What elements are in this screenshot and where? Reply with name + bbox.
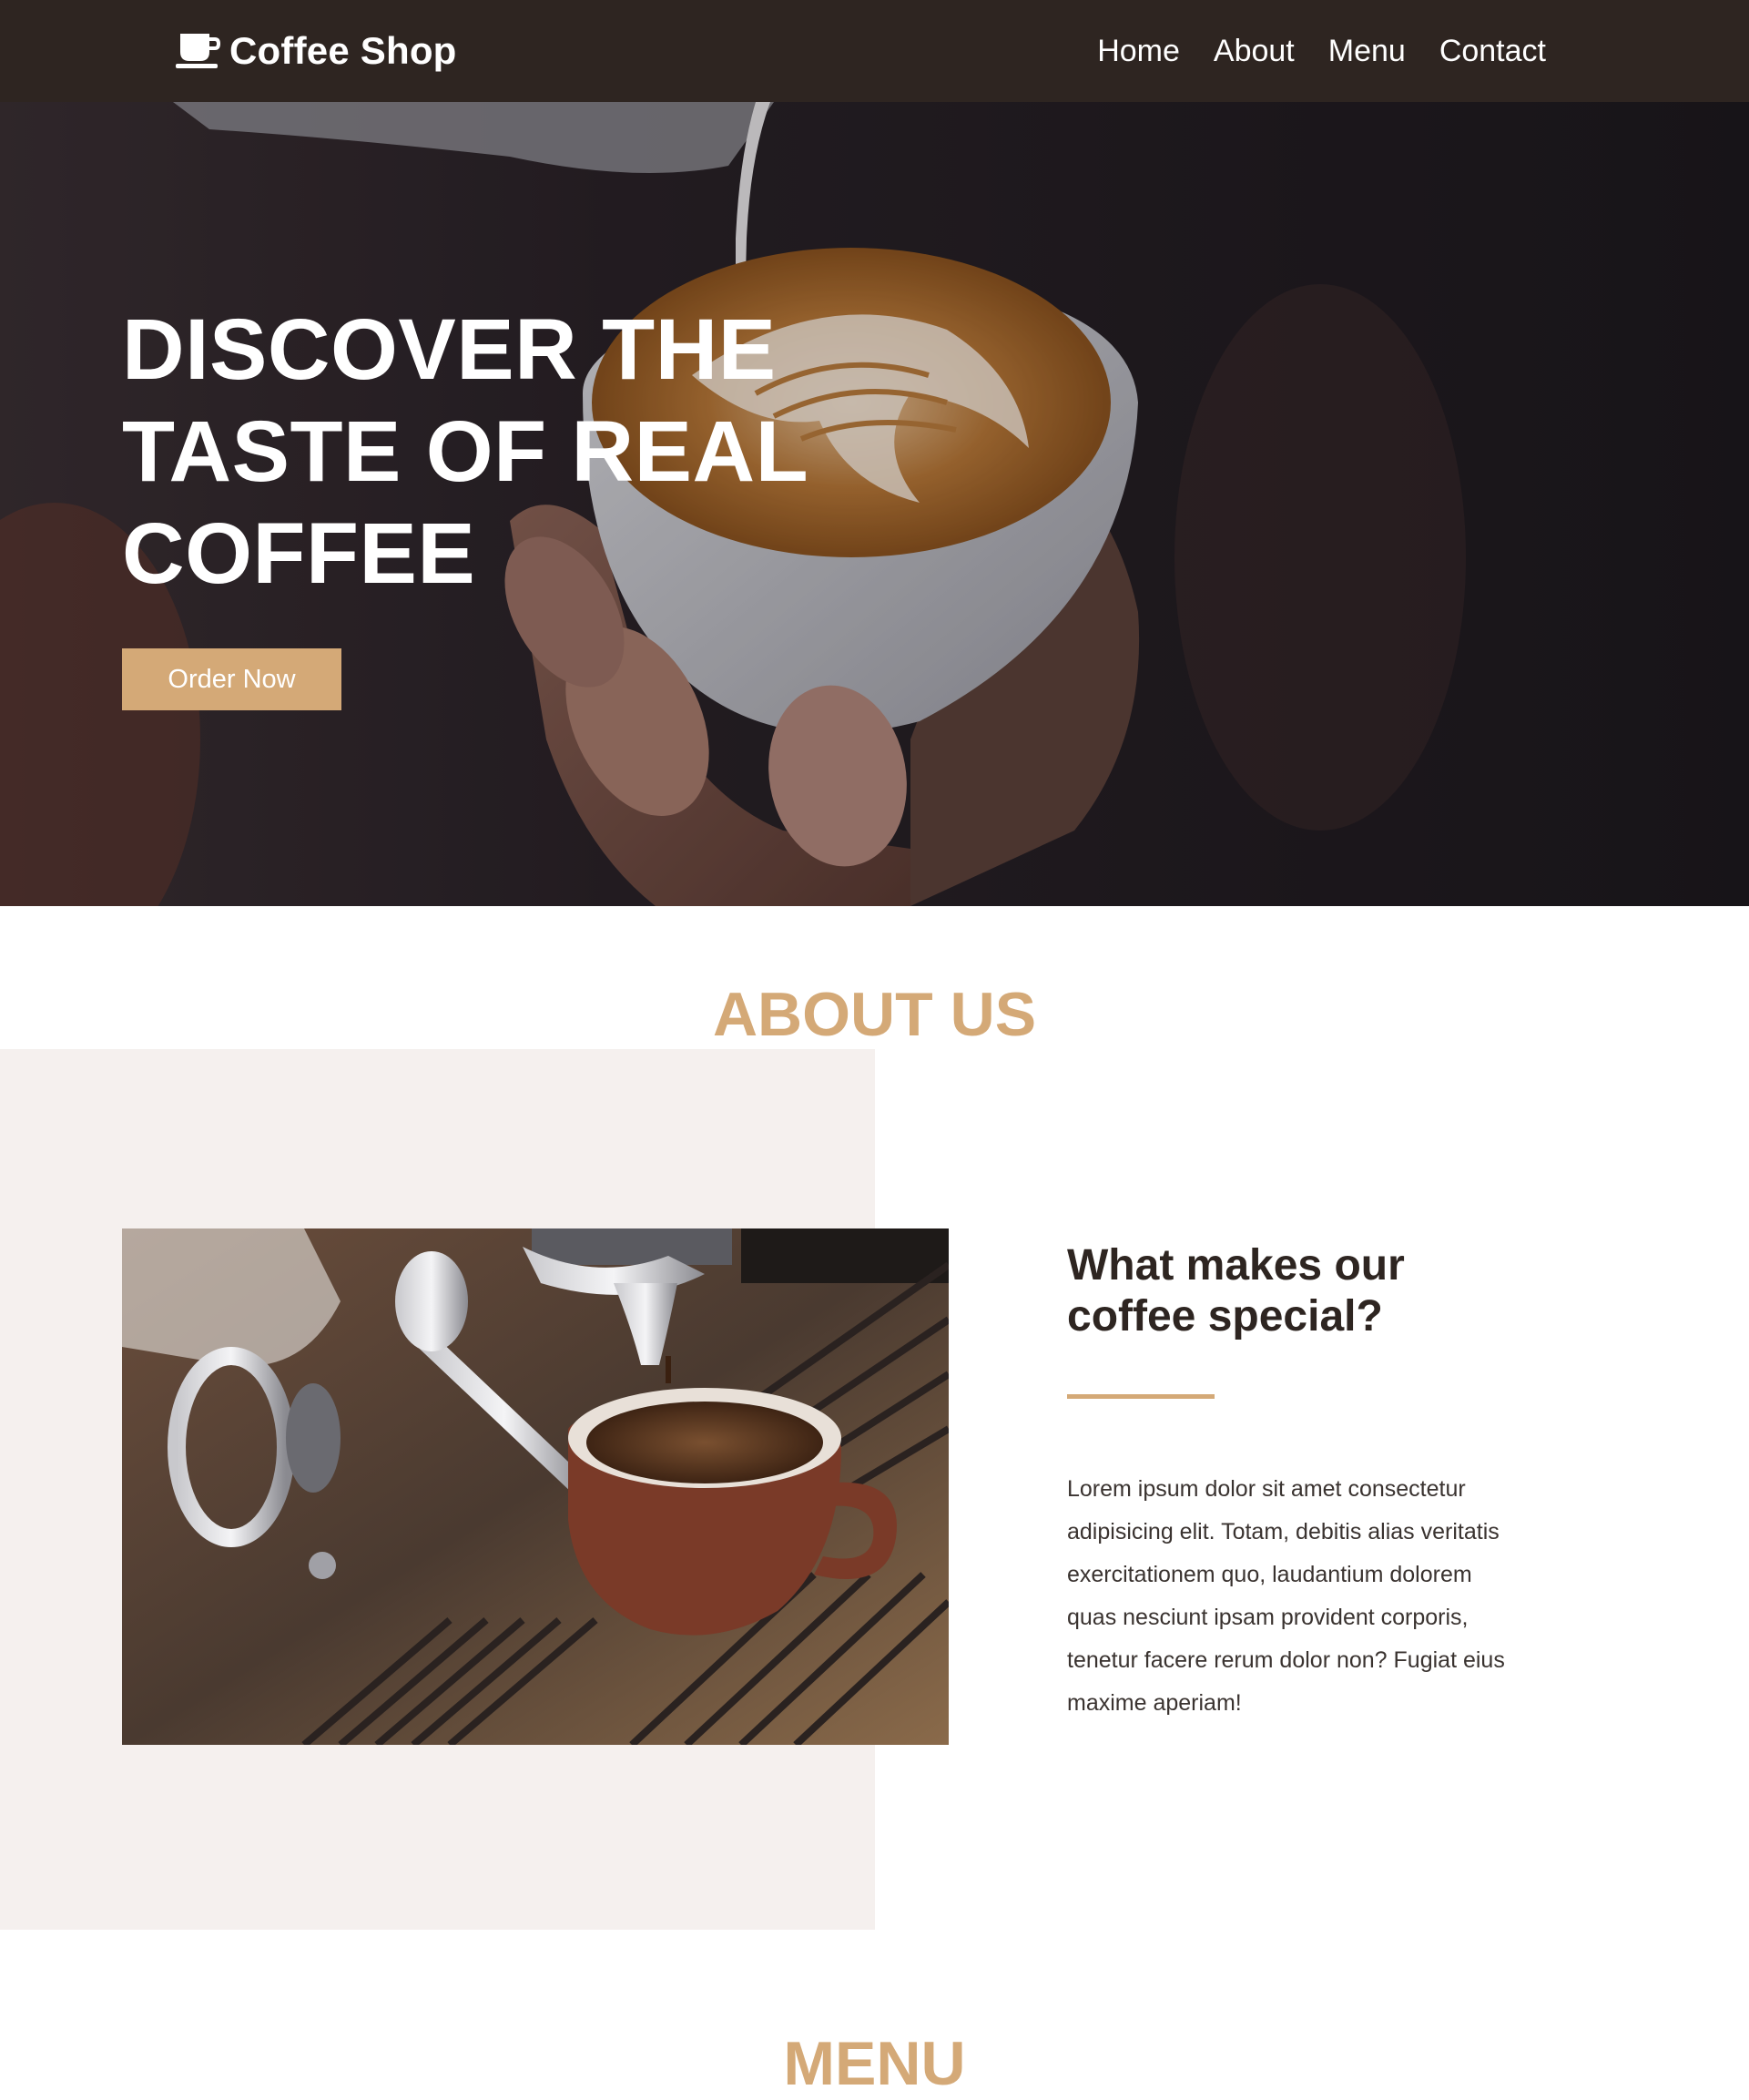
about-subheading: What makes our coffee special? bbox=[1067, 1241, 1405, 1341]
espresso-machine-illustration bbox=[122, 1228, 949, 1745]
nav-link-home[interactable]: Home bbox=[1097, 34, 1180, 69]
about-section-heading: ABOUT US bbox=[712, 980, 1037, 1049]
hero-title: DISCOVER THE TASTE OF REAL COFFEE bbox=[122, 299, 941, 605]
hero-section: DISCOVER THE TASTE OF REAL COFFEE Order … bbox=[0, 102, 1749, 906]
menu-section-heading: MENU bbox=[783, 2029, 966, 2098]
main-nav: Home About Menu Contact bbox=[1063, 25, 1546, 76]
nav-link-contact[interactable]: Contact bbox=[1439, 34, 1546, 69]
accent-divider bbox=[1067, 1394, 1215, 1399]
espresso-machine-image bbox=[122, 1228, 949, 1745]
brand-name: Coffee Shop bbox=[229, 29, 457, 72]
brand-link[interactable]: Coffee Shop bbox=[175, 25, 457, 76]
navbar: Coffee Shop Home About Menu Contact bbox=[0, 0, 1749, 102]
nav-link-about[interactable]: About bbox=[1214, 34, 1295, 69]
hero-title-line: TASTE OF REAL bbox=[122, 403, 809, 500]
about-description: Lorem ipsum dolor sit amet consectetur a… bbox=[1067, 1476, 1505, 1716]
nav-link-menu[interactable]: Menu bbox=[1328, 34, 1406, 69]
hero-title-line: DISCOVER THE bbox=[122, 301, 777, 398]
order-now-button[interactable]: Order Now bbox=[122, 648, 341, 710]
coffee-cup-icon bbox=[176, 34, 220, 68]
hero-title-line: COFFEE bbox=[122, 505, 476, 602]
